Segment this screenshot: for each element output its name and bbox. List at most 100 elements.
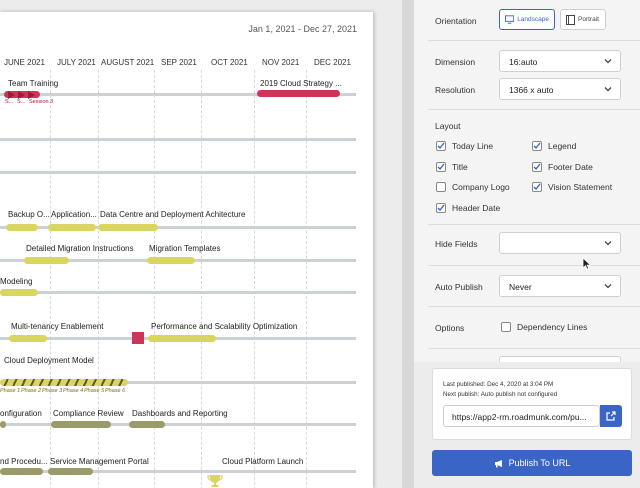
checkmark-icon <box>437 142 445 150</box>
auto-publish-select[interactable]: Never <box>499 275 621 297</box>
portrait-button[interactable]: Portrait <box>560 9 606 30</box>
checkbox-label: Legend <box>548 141 577 151</box>
bar-label: Performance and Scalability Optimization <box>151 322 298 331</box>
bar-label: Modeling <box>0 277 33 286</box>
checkbox-header-date[interactable]: Header Date <box>436 203 500 213</box>
phase-label: Phase 3 <box>42 388 63 394</box>
checkbox-label: Title <box>452 162 468 172</box>
timeline-bar[interactable] <box>148 335 216 342</box>
publish-to-url-button[interactable]: Publish To URL <box>432 450 632 476</box>
bar-label: Detailed Migration Instructions <box>26 244 134 253</box>
divider <box>428 40 640 41</box>
auto-publish-value: Never <box>509 282 532 292</box>
checkbox-box[interactable] <box>436 141 446 151</box>
bar-label: Cloud Deployment Model <box>4 356 94 365</box>
dimension-value: 16:auto <box>509 57 538 67</box>
bar-label: nd Procedu... <box>0 457 48 466</box>
checkbox-label: Header Date <box>452 203 501 213</box>
checkbox-box[interactable] <box>436 182 446 192</box>
megaphone-icon <box>494 459 502 467</box>
checkbox-box[interactable] <box>436 203 446 213</box>
monitor-icon <box>505 15 515 24</box>
checkbox-label: Dependency Lines <box>517 322 588 332</box>
timeline-bar[interactable] <box>6 224 38 231</box>
hide-fields-select[interactable] <box>499 232 621 254</box>
checkbox-box[interactable] <box>501 322 511 332</box>
checkbox-label: Company Logo <box>452 182 510 192</box>
timeline-bar[interactable] <box>0 468 43 475</box>
bar-label: Backup O... <box>8 210 50 219</box>
chevron-down-icon <box>604 59 612 64</box>
checkbox-label: Vision Statement <box>548 182 613 192</box>
timeline-bar[interactable] <box>0 379 128 386</box>
options-label: Options <box>435 323 465 333</box>
landscape-button[interactable]: Landscape <box>499 9 555 30</box>
checkmark-icon <box>533 163 541 171</box>
phase-label: Phase 1 <box>0 388 21 394</box>
checkmark-icon <box>533 183 541 191</box>
checkbox-box[interactable] <box>436 162 446 172</box>
bar-label: Dashboards and Reporting <box>132 409 228 418</box>
checkmark-icon <box>533 142 541 150</box>
bar-label: onfiguration <box>0 409 42 418</box>
portrait-label: Portrait <box>578 16 599 23</box>
resolution-select[interactable]: 1366 x auto <box>499 78 621 100</box>
timeline-bar[interactable] <box>0 421 6 428</box>
month-header: JUNE 2021 <box>4 58 45 67</box>
checkbox-box[interactable] <box>532 182 542 192</box>
roadmap-canvas-area: Jan 1, 2021 - Dec 27, 2021 JUNE 2021 JUL… <box>0 0 414 488</box>
dimension-label: Dimension <box>435 57 476 67</box>
landscape-label: Landscape <box>517 16 549 23</box>
checkbox-legend[interactable]: Legend <box>532 141 576 151</box>
bar-label: Migration Templates <box>149 244 221 253</box>
bar-label: 2019 Cloud Strategy ... <box>260 79 342 88</box>
swimlane <box>0 138 356 141</box>
month-header: NOV 2021 <box>262 58 300 67</box>
checkbox-footer-date[interactable]: Footer Date <box>532 162 593 172</box>
timeline-bar[interactable] <box>9 335 47 342</box>
divider <box>428 265 640 266</box>
mouse-cursor-icon <box>582 257 591 270</box>
timeline-bar[interactable] <box>257 90 340 97</box>
divider <box>428 306 640 307</box>
bar-label: Cloud Platform Launch <box>222 457 304 466</box>
sub-label: Session 3 <box>29 99 54 105</box>
timeline-bar[interactable] <box>48 224 96 231</box>
chevron-marker-icon <box>18 91 25 99</box>
timeline-bar[interactable] <box>51 421 111 428</box>
tablet-icon <box>566 14 575 25</box>
checkbox-box[interactable] <box>532 141 542 151</box>
checkmark-icon <box>437 163 445 171</box>
milestone-square-icon[interactable] <box>132 332 144 344</box>
dimension-select[interactable]: 16:auto <box>499 50 621 72</box>
divider <box>428 109 640 110</box>
last-published-text: Last published: Dec 4, 2020 at 3:04 PM <box>443 381 554 388</box>
phase-label: Phase 4 <box>63 388 84 394</box>
checkbox-title[interactable]: Title <box>436 162 468 172</box>
timeline-bar[interactable] <box>147 257 195 264</box>
timeline-bar[interactable] <box>24 257 69 264</box>
orientation-label: Orientation <box>435 16 477 26</box>
open-url-button[interactable] <box>600 405 622 427</box>
phase-label: Phase 5 <box>84 388 105 394</box>
checkbox-today-line[interactable]: Today Line <box>436 141 493 151</box>
timeline-bar[interactable] <box>48 468 93 475</box>
timeline-bar[interactable] <box>98 224 158 231</box>
checkbox-dependency-lines[interactable]: Dependency Lines <box>501 322 587 332</box>
bar-label: Team Training <box>8 79 59 88</box>
checkbox-company-logo[interactable]: Company Logo <box>436 182 510 192</box>
chevron-down-icon <box>604 87 612 92</box>
publish-url-field[interactable]: https://app2-rm.roadmunk.com/pu... <box>443 405 600 427</box>
phase-label: Phase 6 <box>105 388 126 394</box>
checkbox-vision-statement[interactable]: Vision Statement <box>532 182 612 192</box>
checkbox-box[interactable] <box>532 162 542 172</box>
timeline-bar[interactable] <box>129 421 165 428</box>
month-header: JULY 2021 <box>57 58 96 67</box>
next-publish-text: Next publish: Auto publish not configure… <box>443 391 558 398</box>
resolution-label: Resolution <box>435 85 476 95</box>
divider <box>428 224 640 225</box>
timeline-bar[interactable] <box>0 289 38 296</box>
trophy-milestone-icon[interactable] <box>207 474 223 488</box>
checkbox-label: Footer Date <box>548 162 593 172</box>
date-range: Jan 1, 2021 - Dec 27, 2021 <box>248 24 357 34</box>
